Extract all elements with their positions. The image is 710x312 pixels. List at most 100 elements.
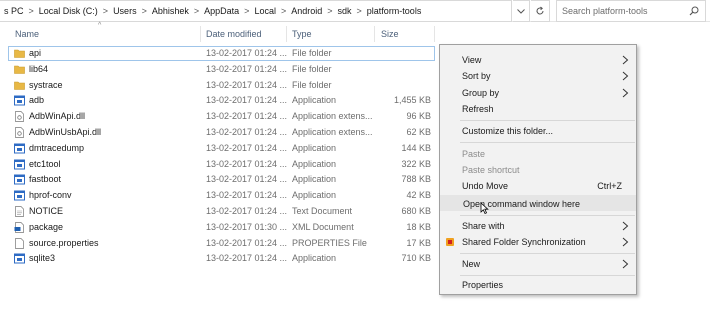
breadcrumb-separator[interactable]: > xyxy=(241,6,252,16)
file-row-dmtracedump[interactable]: dmtracedump 13-02-2017 01:24 ... Applica… xyxy=(0,141,440,157)
search-input[interactable] xyxy=(562,6,687,16)
menu-item-share-with[interactable]: Share with xyxy=(440,218,636,234)
file-date: 13-02-2017 01:24 ... xyxy=(206,63,288,74)
breadcrumb-local[interactable]: Local xyxy=(252,6,278,16)
chevron-right-icon xyxy=(622,71,629,81)
menu-item-label: Refresh xyxy=(462,104,494,114)
menu-item-label: Sort by xyxy=(462,71,491,81)
file-name: NOTICE xyxy=(29,205,64,216)
file-name: systrace xyxy=(29,79,63,90)
breadcrumb-this-pc[interactable]: s PC xyxy=(2,6,26,16)
file-size: 710 KB xyxy=(401,253,431,264)
file-date: 13-02-2017 01:24 ... xyxy=(206,111,288,122)
application-icon xyxy=(14,253,25,264)
application-icon xyxy=(14,143,25,154)
file-row-sqlite3[interactable]: sqlite3 13-02-2017 01:24 ... Application… xyxy=(0,251,440,267)
file-type: File folder xyxy=(292,79,332,90)
folder-icon xyxy=(14,49,25,58)
file-name: sqlite3 xyxy=(29,253,56,264)
menu-item-label: Undo Move xyxy=(462,181,509,191)
menu-item-group-by[interactable]: Group by xyxy=(440,85,636,101)
refresh-button[interactable] xyxy=(531,0,550,22)
file-type: Application xyxy=(292,95,337,106)
file-type: Application xyxy=(292,174,337,185)
menu-item-sort-by[interactable]: Sort by xyxy=(440,68,636,84)
file-type: Application xyxy=(292,190,337,201)
breadcrumb-sdk[interactable]: sdk xyxy=(336,6,354,16)
breadcrumb-separator[interactable]: > xyxy=(191,6,202,16)
column-header-name[interactable]: Name xyxy=(15,24,39,44)
menu-item-shared-folder-sync[interactable]: Shared Folder Synchronization xyxy=(440,234,636,250)
breadcrumb-separator[interactable]: > xyxy=(139,6,150,16)
column-divider[interactable] xyxy=(200,26,201,42)
breadcrumb-separator[interactable]: > xyxy=(100,6,111,16)
file-name: fastboot xyxy=(29,174,62,185)
menu-item-paste[interactable]: Paste xyxy=(440,146,636,162)
breadcrumb-separator[interactable]: > xyxy=(354,6,365,16)
file-date: 13-02-2017 01:24 ... xyxy=(206,79,288,90)
search-icon[interactable] xyxy=(689,6,699,16)
file-name: etc1tool xyxy=(29,158,61,169)
file-row-api[interactable]: api 13-02-2017 01:24 ... File folder xyxy=(0,46,440,62)
column-divider[interactable] xyxy=(434,26,435,42)
breadcrumb-local-disk[interactable]: Local Disk (C:) xyxy=(37,6,100,16)
menu-item-label: Customize this folder... xyxy=(462,126,554,136)
file-name: AdbWinUsbApi.dll xyxy=(29,126,102,137)
menu-separator xyxy=(460,120,635,121)
breadcrumb-separator[interactable]: > xyxy=(324,6,335,16)
breadcrumb-android[interactable]: Android xyxy=(289,6,324,16)
file-date: 13-02-2017 01:30 ... xyxy=(206,221,288,232)
menu-item-customize-folder[interactable]: Customize this folder... xyxy=(440,123,636,139)
menu-item-view[interactable]: View xyxy=(440,52,636,68)
menu-item-open-command-window[interactable]: Open command window here xyxy=(440,195,636,211)
application-icon xyxy=(14,174,25,185)
dll-icon xyxy=(15,111,24,123)
file-type: Application extens... xyxy=(292,126,373,137)
search-box[interactable] xyxy=(556,0,706,22)
column-header-type[interactable]: Type xyxy=(292,24,312,44)
file-row-lib64[interactable]: lib64 13-02-2017 01:24 ... File folder xyxy=(0,62,440,78)
file-name: package xyxy=(29,221,64,232)
file-row-package[interactable]: package 13-02-2017 01:30 ... XML Documen… xyxy=(0,220,440,236)
column-header-date-modified[interactable]: Date modified xyxy=(206,24,262,44)
file-size: 96 KB xyxy=(406,111,431,122)
file-row-adbwinapi-dll[interactable]: AdbWinApi.dll 13-02-2017 01:24 ... Appli… xyxy=(0,109,440,125)
file-row-adb[interactable]: adb 13-02-2017 01:24 ... Application 1,4… xyxy=(0,93,440,109)
column-divider[interactable] xyxy=(374,26,375,42)
file-size: 42 KB xyxy=(406,190,431,201)
file-row-etc1tool[interactable]: etc1tool 13-02-2017 01:24 ... Applicatio… xyxy=(0,157,440,173)
file-type: Application xyxy=(292,253,337,264)
breadcrumb-separator[interactable]: > xyxy=(278,6,289,16)
file-date: 13-02-2017 01:24 ... xyxy=(206,126,288,137)
menu-item-new[interactable]: New xyxy=(440,256,636,272)
menu-item-label: Share with xyxy=(462,221,505,231)
menu-separator xyxy=(460,253,635,254)
sync-icon xyxy=(446,238,454,246)
file-row-adbwinusbapi-dll[interactable]: AdbWinUsbApi.dll 13-02-2017 01:24 ... Ap… xyxy=(0,125,440,141)
file-size: 1,455 KB xyxy=(393,95,431,106)
breadcrumb-abhishek[interactable]: Abhishek xyxy=(150,6,191,16)
menu-item-paste-shortcut[interactable]: Paste shortcut xyxy=(440,162,636,178)
breadcrumb-separator[interactable]: > xyxy=(26,6,37,16)
breadcrumb-appdata[interactable]: AppData xyxy=(202,6,241,16)
column-divider[interactable] xyxy=(286,26,287,42)
menu-item-refresh[interactable]: Refresh xyxy=(440,101,636,117)
column-header-size[interactable]: Size xyxy=(381,24,399,44)
file-row-notice[interactable]: NOTICE 13-02-2017 01:24 ... Text Documen… xyxy=(0,204,440,220)
file-name: adb xyxy=(29,95,45,106)
breadcrumb[interactable]: s PC > Local Disk (C:) > Users > Abhishe… xyxy=(0,0,512,22)
menu-item-undo-move[interactable]: Undo Move Ctrl+Z xyxy=(440,178,636,194)
file-date: 13-02-2017 01:24 ... xyxy=(206,205,288,216)
file-date: 13-02-2017 01:24 ... xyxy=(206,174,288,185)
file-row-fastboot[interactable]: fastboot 13-02-2017 01:24 ... Applicatio… xyxy=(0,172,440,188)
application-icon xyxy=(14,190,25,201)
file-row-systrace[interactable]: systrace 13-02-2017 01:24 ... File folde… xyxy=(0,78,440,94)
menu-item-properties[interactable]: Properties xyxy=(440,277,636,293)
file-row-source-properties[interactable]: source.properties 13-02-2017 01:24 ... P… xyxy=(0,236,440,252)
application-icon xyxy=(14,95,25,106)
breadcrumb-users[interactable]: Users xyxy=(111,6,139,16)
address-history-dropdown[interactable] xyxy=(513,0,530,22)
application-icon xyxy=(14,159,25,170)
breadcrumb-platform-tools[interactable]: platform-tools xyxy=(365,6,424,16)
file-row-hprof-conv[interactable]: hprof-conv 13-02-2017 01:24 ... Applicat… xyxy=(0,188,440,204)
